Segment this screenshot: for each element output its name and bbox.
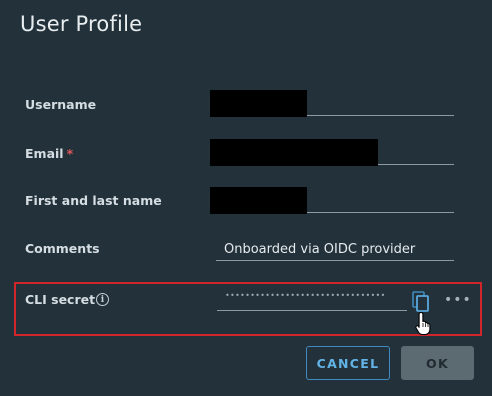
required-marker: *: [66, 146, 74, 161]
comments-field[interactable]: Onboarded via OIDC provider: [216, 240, 454, 261]
full-name-field[interactable]: [210, 187, 454, 214]
more-horizontal-icon[interactable]: •••: [444, 292, 471, 308]
ok-button[interactable]: OK: [401, 346, 474, 380]
email-label: Email *: [25, 146, 73, 161]
email-label-text: Email: [25, 146, 64, 161]
cancel-button[interactable]: CANCEL: [306, 346, 390, 380]
cli-secret-label: CLI secret: [25, 292, 96, 307]
comments-label: Comments: [25, 241, 100, 256]
dialog-title: User Profile: [20, 12, 143, 36]
redacted-value: [210, 187, 307, 214]
hand-cursor-icon: [415, 311, 431, 335]
redacted-value: [210, 90, 307, 117]
username-field[interactable]: [210, 90, 454, 117]
full-name-label: First and last name: [25, 193, 162, 208]
comments-value: Onboarded via OIDC provider: [224, 242, 416, 257]
cli-secret-masked-value: ••••••••••••••••••••••••••••••••: [225, 291, 386, 300]
cli-secret-field[interactable]: ••••••••••••••••••••••••••••••••: [217, 290, 407, 311]
email-field[interactable]: [210, 139, 454, 166]
info-icon[interactable]: i: [96, 293, 109, 306]
user-profile-dialog: User Profile Username Email * First and l…: [0, 0, 492, 396]
username-label: Username: [25, 97, 97, 112]
redacted-value: [210, 139, 378, 166]
